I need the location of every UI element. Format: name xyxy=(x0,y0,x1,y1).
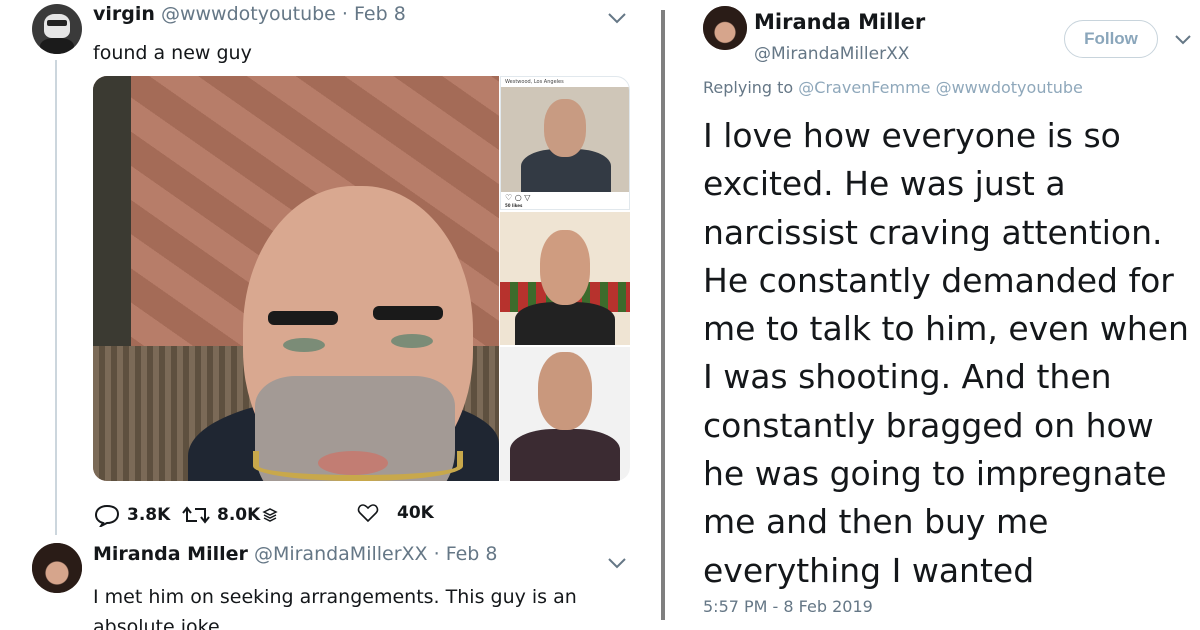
replying-prefix: Replying to xyxy=(703,78,794,97)
tweet-image-instagram-screenshot[interactable]: Westwood, Los Angeles ♡ ○ ▽ 50 likes xyxy=(500,76,630,210)
retweet-count: 8.0K xyxy=(217,505,261,525)
tweet-timestamp[interactable]: 5:57 PM - 8 Feb 2019 xyxy=(703,597,873,616)
tweet-image-2[interactable] xyxy=(500,212,630,345)
reply-action[interactable]: 3.8K xyxy=(93,503,170,527)
user-handle[interactable]: @MirandaMillerXX xyxy=(254,543,428,565)
tweet-body: I love how everyone is so excited. He wa… xyxy=(703,116,1189,590)
date-separator: · xyxy=(433,543,440,565)
avatar[interactable] xyxy=(32,543,82,593)
chevron-down-icon[interactable] xyxy=(606,555,628,571)
thread-line xyxy=(55,60,57,535)
image-likes-text: 50 likes xyxy=(505,203,523,208)
retweet-action[interactable]: 8.0K xyxy=(181,503,284,527)
retweet-icon xyxy=(182,506,210,524)
tweet-image-main[interactable] xyxy=(93,76,499,481)
left-panel: virgin @wwwdotyoutube · Feb 8 found a ne… xyxy=(0,0,660,630)
replying-to-handles[interactable]: @CravenFemme @wwwdotyoutube xyxy=(798,78,1083,97)
chevron-down-icon[interactable] xyxy=(606,10,628,26)
avatar[interactable] xyxy=(703,6,747,50)
like-count: 40K xyxy=(397,503,434,523)
tweet-date[interactable]: Feb 8 xyxy=(354,3,406,25)
instagram-action-icons: ♡ ○ ▽ xyxy=(505,193,531,202)
replying-to: Replying to @CravenFemme @wwwdotyoutube xyxy=(703,78,1083,97)
user-handle[interactable]: @wwwdotyoutube xyxy=(161,3,336,25)
user-name[interactable]: Miranda Miller xyxy=(754,10,925,34)
tweet-image-3[interactable] xyxy=(500,347,630,481)
heart-icon xyxy=(357,504,379,523)
follow-button[interactable]: Follow xyxy=(1064,20,1158,58)
tweet-header: virgin @wwwdotyoutube · Feb 8 xyxy=(93,3,406,25)
user-name[interactable]: Miranda Miller xyxy=(93,543,248,565)
avatar[interactable] xyxy=(32,4,82,54)
reply-count: 3.8K xyxy=(127,505,171,525)
layers-icon xyxy=(262,508,278,522)
chevron-down-icon[interactable] xyxy=(1174,33,1192,47)
tweet-date[interactable]: Feb 8 xyxy=(446,543,498,565)
reply-icon xyxy=(94,504,120,527)
tweet-header: Miranda Miller @MirandaMillerXX · Feb 8 xyxy=(93,543,498,565)
image-location-text: Westwood, Los Angeles xyxy=(505,79,564,85)
tweet-text: found a new guy xyxy=(93,42,252,64)
tweet-text: I met him on seeking arrangements. This … xyxy=(93,586,577,630)
like-action[interactable]: 40K xyxy=(357,503,434,523)
user-handle[interactable]: @MirandaMillerXX xyxy=(754,44,909,64)
panel-divider xyxy=(661,10,665,620)
user-name[interactable]: virgin xyxy=(93,3,155,25)
date-separator: · xyxy=(341,3,348,25)
